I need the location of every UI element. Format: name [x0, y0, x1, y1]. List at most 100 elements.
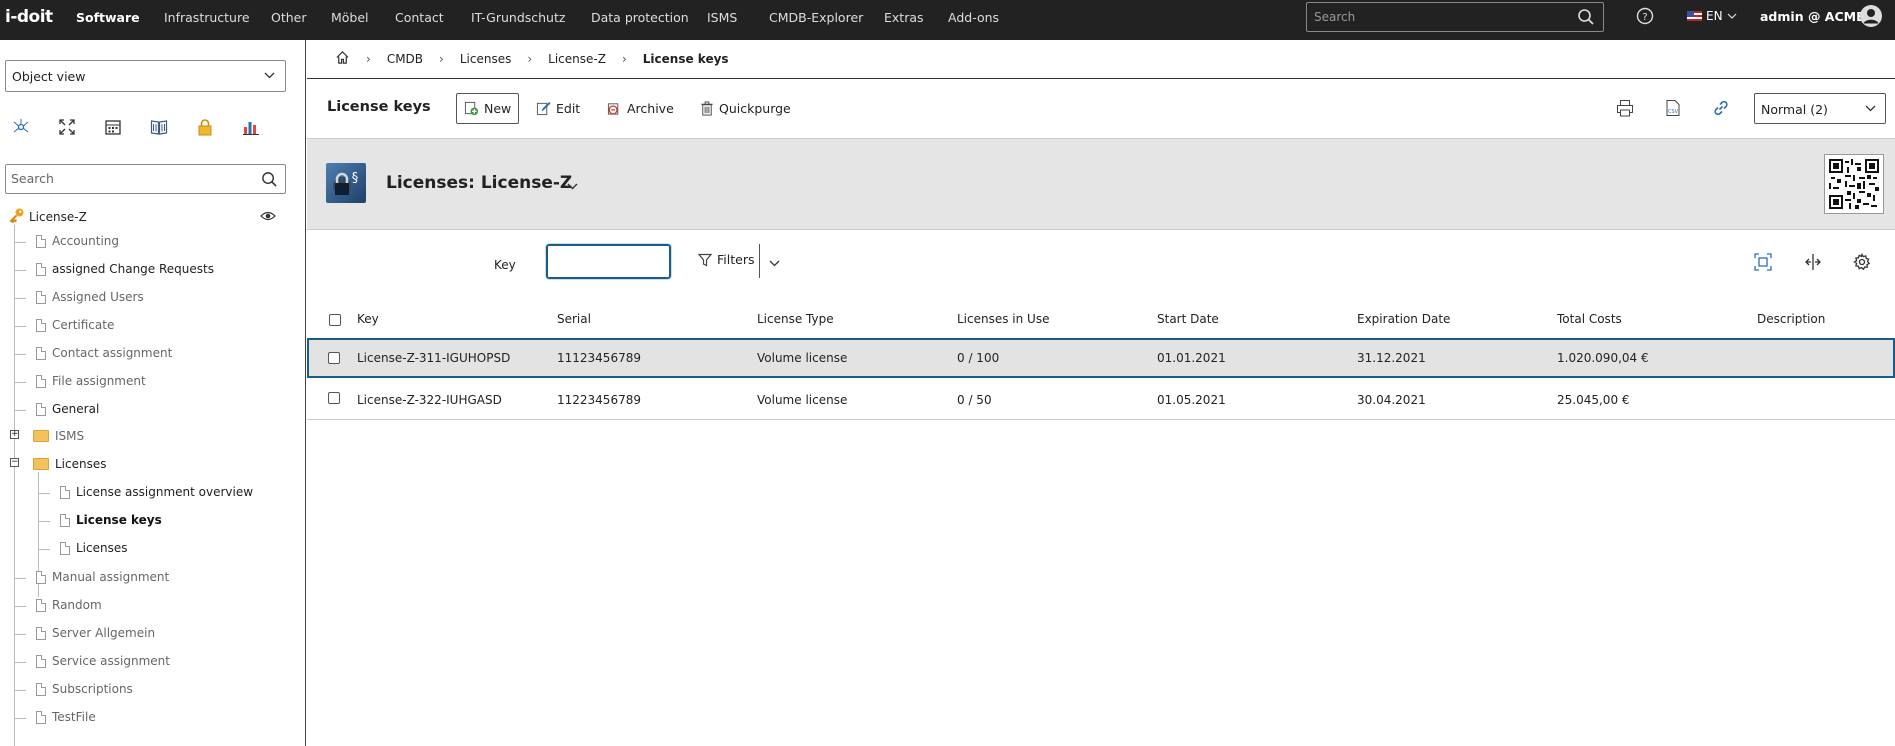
- user-menu[interactable]: admin @ ACME: [1760, 9, 1865, 24]
- folder-icon: [33, 458, 49, 470]
- search-icon[interactable]: [1577, 8, 1595, 29]
- print-icon[interactable]: [1616, 99, 1634, 120]
- tree-item-licenses[interactable]: Licenses: [60, 541, 128, 555]
- nav-other[interactable]: Other: [271, 10, 307, 25]
- tree-item-label: File assignment: [52, 374, 146, 388]
- calendar-icon[interactable]: [104, 118, 150, 138]
- table-row[interactable]: License-Z-311-IGUHOPSD 11123456789 Volum…: [307, 338, 1895, 378]
- select-all-checkbox[interactable]: [329, 314, 341, 326]
- filter-key-input[interactable]: [545, 243, 672, 280]
- breadcrumb-cmdb[interactable]: CMDB: [387, 52, 423, 66]
- tree-item-certificate[interactable]: Certificate: [36, 318, 114, 332]
- filters-button[interactable]: Filters: [698, 252, 754, 267]
- global-search-input[interactable]: [1307, 3, 1567, 31]
- search-icon[interactable]: [261, 171, 278, 191]
- nav-isms[interactable]: ISMS: [707, 10, 737, 25]
- column-header-license-type[interactable]: License Type: [757, 312, 834, 326]
- csv-export-icon[interactable]: CSV: [1664, 99, 1682, 120]
- lock-icon[interactable]: [196, 118, 242, 138]
- nav-contact[interactable]: Contact: [395, 10, 444, 25]
- help-icon[interactable]: ?: [1636, 7, 1654, 28]
- idoit-logo[interactable]: i-doit: [5, 7, 53, 27]
- folder-icon: [33, 430, 49, 442]
- new-button[interactable]: New: [456, 93, 520, 124]
- document-icon: [36, 346, 46, 360]
- column-header-serial[interactable]: Serial: [557, 312, 591, 326]
- language-label: EN: [1706, 9, 1723, 23]
- column-header-start-date[interactable]: Start Date: [1157, 312, 1219, 326]
- column-header-expiration-date[interactable]: Expiration Date: [1357, 312, 1450, 326]
- edit-icon: [536, 101, 551, 116]
- archive-button[interactable]: Archive: [600, 93, 681, 124]
- breadcrumb-licenses[interactable]: Licenses: [460, 52, 512, 66]
- view-select[interactable]: Object view: [5, 60, 286, 92]
- cell-serial: 11223456789: [557, 393, 641, 407]
- expand-icon[interactable]: [58, 118, 104, 138]
- tree-item-random[interactable]: Random: [36, 598, 102, 612]
- nav-it-grundschutz[interactable]: IT-Grundschutz: [471, 10, 565, 25]
- table-row[interactable]: License-Z-322-IUHGASD 11223456789 Volume…: [307, 380, 1895, 420]
- tree-item-assigned-change-requests[interactable]: assigned Change Requests: [36, 262, 214, 276]
- column-header-licenses-in-use[interactable]: Licenses in Use: [957, 312, 1049, 326]
- tree-item-service-assignment[interactable]: Service assignment: [36, 654, 170, 668]
- fit-width-icon[interactable]: [1754, 253, 1772, 274]
- nav-add-ons[interactable]: Add-ons: [948, 10, 999, 25]
- sidebar-search-input[interactable]: [6, 165, 246, 191]
- eye-icon[interactable]: [260, 210, 276, 225]
- nav-moebel[interactable]: Möbel: [331, 10, 369, 25]
- tree-item-isms[interactable]: ISMS: [33, 429, 84, 443]
- qr-code[interactable]: [1824, 154, 1884, 214]
- relations-icon[interactable]: [12, 118, 58, 138]
- breadcrumb-license-z[interactable]: License-Z: [548, 52, 606, 66]
- tree-item-label: Licenses: [55, 457, 107, 471]
- tree-item-subscriptions[interactable]: Subscriptions: [36, 682, 133, 696]
- nav-software[interactable]: Software: [76, 10, 140, 25]
- tree-item-label: License keys: [76, 513, 162, 527]
- edit-button[interactable]: Edit: [529, 93, 587, 124]
- nav-data-protection[interactable]: Data protection: [591, 10, 689, 25]
- tree-item-server-allgemein[interactable]: Server Allgemein: [36, 626, 155, 640]
- cell-license-type: Volume license: [757, 351, 848, 365]
- nav-infrastructure[interactable]: Infrastructure: [164, 10, 250, 25]
- chevron-down-icon[interactable]: [769, 256, 780, 270]
- tree-line: [14, 298, 26, 299]
- expand-toggle[interactable]: +: [10, 430, 19, 439]
- breadcrumb-separator: ›: [527, 52, 533, 66]
- language-switcher[interactable]: EN: [1687, 9, 1737, 23]
- chevron-down-icon[interactable]: [567, 179, 578, 193]
- tree-item-general[interactable]: General: [36, 402, 99, 416]
- tree-item-file-assignment[interactable]: File assignment: [36, 374, 146, 388]
- document-icon: [36, 402, 46, 416]
- quickpurge-button[interactable]: Quickpurge: [693, 93, 798, 124]
- tree-item-contact-assignment[interactable]: Contact assignment: [36, 346, 172, 360]
- tree-item-accounting[interactable]: Accounting: [36, 234, 119, 248]
- book-icon[interactable]: [150, 118, 196, 138]
- column-header-total-costs[interactable]: Total Costs: [1557, 312, 1622, 326]
- avatar-icon[interactable]: [1859, 4, 1883, 28]
- nav-extras[interactable]: Extras: [884, 10, 924, 25]
- tree-item-label: License assignment overview: [76, 485, 254, 499]
- tree-item-assigned-users[interactable]: Assigned Users: [36, 290, 144, 304]
- tree-root[interactable]: License-Z: [9, 207, 87, 226]
- column-header-key[interactable]: Key: [357, 312, 379, 326]
- chart-icon[interactable]: [242, 118, 288, 138]
- row-checkbox[interactable]: [328, 392, 340, 404]
- license-object-icon: §: [326, 163, 366, 203]
- row-checkbox[interactable]: [328, 352, 340, 364]
- view-mode-select[interactable]: Normal (2): [1754, 93, 1886, 124]
- tree-item-manual-assignment[interactable]: Manual assignment: [36, 570, 169, 584]
- tree-item-license-assignment-overview[interactable]: License assignment overview: [60, 485, 253, 499]
- tree-item-licenses-folder[interactable]: Licenses: [33, 457, 107, 471]
- column-header-description[interactable]: Description: [1757, 312, 1825, 326]
- link-icon[interactable]: [1712, 99, 1730, 120]
- tree-item-testfile[interactable]: TestFile: [36, 710, 96, 724]
- column-resize-icon[interactable]: [1804, 253, 1822, 274]
- tree-item-license-keys[interactable]: License keys: [60, 513, 162, 527]
- cell-key: License-Z-311-IGUHOPSD: [357, 351, 511, 365]
- nav-cmdb-explorer[interactable]: CMDB-Explorer: [769, 10, 863, 25]
- tree-item-label: Server Allgemein: [52, 626, 156, 640]
- quickpurge-button-label: Quickpurge: [719, 101, 791, 116]
- home-icon[interactable]: [335, 50, 350, 68]
- gear-icon[interactable]: [1853, 252, 1871, 274]
- collapse-toggle[interactable]: −: [10, 458, 19, 467]
